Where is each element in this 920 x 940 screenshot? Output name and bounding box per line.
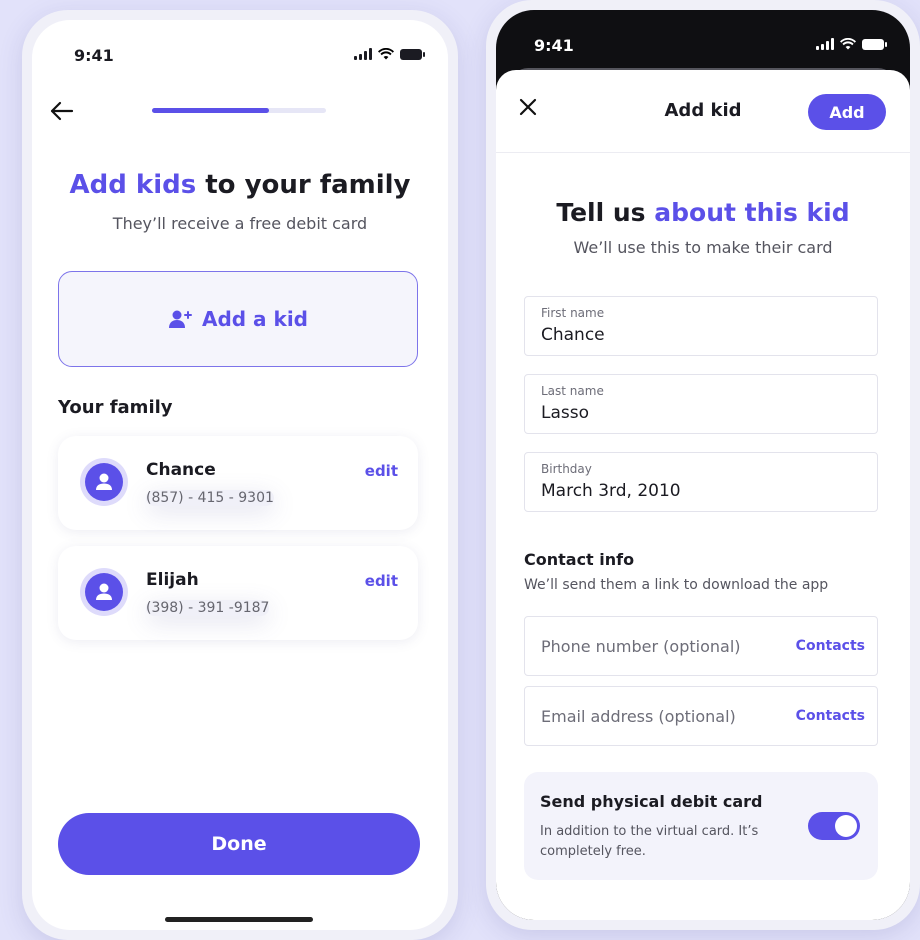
- add-button[interactable]: Add: [808, 94, 886, 130]
- family-member-card[interactable]: Elijah (398) - 391 -9187 edit: [58, 546, 418, 640]
- signal-icon: [816, 38, 834, 50]
- contact-info-heading: Contact info: [524, 550, 635, 569]
- progress-bar: [152, 108, 326, 113]
- physical-card-toggle[interactable]: [808, 812, 860, 840]
- edit-link[interactable]: edit: [365, 572, 398, 590]
- title-rest: to your family: [196, 170, 411, 200]
- home-indicator: [165, 917, 313, 922]
- contact-info-subtitle: We’ll send them a link to download the a…: [524, 577, 829, 593]
- page-subtitle: They’ll receive a free debit card: [112, 214, 368, 233]
- status-time: 9:41: [534, 36, 574, 55]
- person-icon: [96, 583, 112, 600]
- person-icon: [96, 473, 112, 490]
- add-kid-sheet: Add kid Add Tell us about this kid We’ll…: [496, 70, 910, 920]
- status-bar: 9:41: [496, 36, 910, 60]
- battery-icon: [862, 38, 887, 50]
- battery-icon: [400, 48, 425, 60]
- field-value: March 3rd, 2010: [541, 481, 681, 501]
- wifi-icon: [840, 38, 856, 50]
- family-heading: Your family: [58, 397, 173, 418]
- status-icons: [354, 48, 425, 60]
- form-heading: Tell us about this kid: [496, 198, 910, 227]
- field-label: Last name: [541, 384, 604, 398]
- member-name: Chance: [146, 460, 216, 480]
- page-title: Add kids to your family: [32, 170, 448, 200]
- heading-accent: about this kid: [654, 198, 850, 227]
- status-icons: [816, 38, 887, 50]
- member-name: Elijah: [146, 570, 199, 590]
- title-accent: Add kids: [69, 170, 197, 200]
- status-bar: 9:41: [32, 46, 448, 70]
- signal-icon: [354, 48, 372, 60]
- family-member-card[interactable]: Chance (857) - 415 - 9301 edit: [58, 436, 418, 530]
- physical-card-description: In addition to the virtual card. It’s co…: [540, 824, 759, 859]
- phone-frame-add-kid-sheet: 9:41 Add kid Add Tell us about this kid …: [486, 0, 920, 930]
- add-kid-label: Add a kid: [201, 307, 308, 331]
- avatar: [80, 568, 128, 616]
- phone-placeholder: Phone number (optional): [541, 637, 741, 656]
- member-phone: (857) - 415 - 9301: [146, 490, 274, 506]
- field-value: Chance: [541, 325, 605, 345]
- heading-plain: Tell us: [556, 198, 655, 227]
- edit-link[interactable]: edit: [365, 462, 398, 480]
- email-address-field[interactable]: Email address (optional) Contacts: [524, 686, 878, 746]
- avatar: [80, 458, 128, 506]
- field-label: Birthday: [541, 462, 592, 476]
- status-time: 9:41: [74, 46, 114, 65]
- sheet-header: Add kid Add: [496, 70, 910, 153]
- first-name-field[interactable]: First name Chance: [524, 296, 878, 356]
- phone-frame-add-kids: 9:41 Add kids to your family They’ll rec…: [22, 10, 458, 940]
- email-placeholder: Email address (optional): [541, 707, 736, 726]
- progress-fill: [152, 108, 269, 113]
- phone-number-field[interactable]: Phone number (optional) Contacts: [524, 616, 878, 676]
- email-contacts-link[interactable]: Contacts: [796, 708, 865, 724]
- phone-contacts-link[interactable]: Contacts: [796, 638, 865, 654]
- physical-card-title: Send physical debit card: [540, 792, 763, 811]
- field-value: Lasso: [541, 403, 590, 423]
- field-label: First name: [541, 306, 605, 320]
- member-phone: (398) - 391 -9187: [146, 600, 270, 616]
- add-kid-screen: 9:41 Add kid Add Tell us about this kid …: [496, 10, 910, 920]
- add-person-icon: [168, 310, 192, 328]
- toggle-knob: [835, 815, 857, 837]
- done-button[interactable]: Done: [58, 813, 420, 875]
- add-kids-screen: 9:41 Add kids to your family They’ll rec…: [32, 20, 448, 930]
- add-kid-button[interactable]: Add a kid: [58, 271, 418, 367]
- birthday-field[interactable]: Birthday March 3rd, 2010: [524, 452, 878, 512]
- wifi-icon: [378, 48, 394, 60]
- back-arrow-icon[interactable]: [50, 98, 74, 128]
- form-subheading: We’ll use this to make their card: [573, 238, 833, 257]
- physical-card-option: Send physical debit card In addition to …: [524, 772, 878, 880]
- last-name-field[interactable]: Last name Lasso: [524, 374, 878, 434]
